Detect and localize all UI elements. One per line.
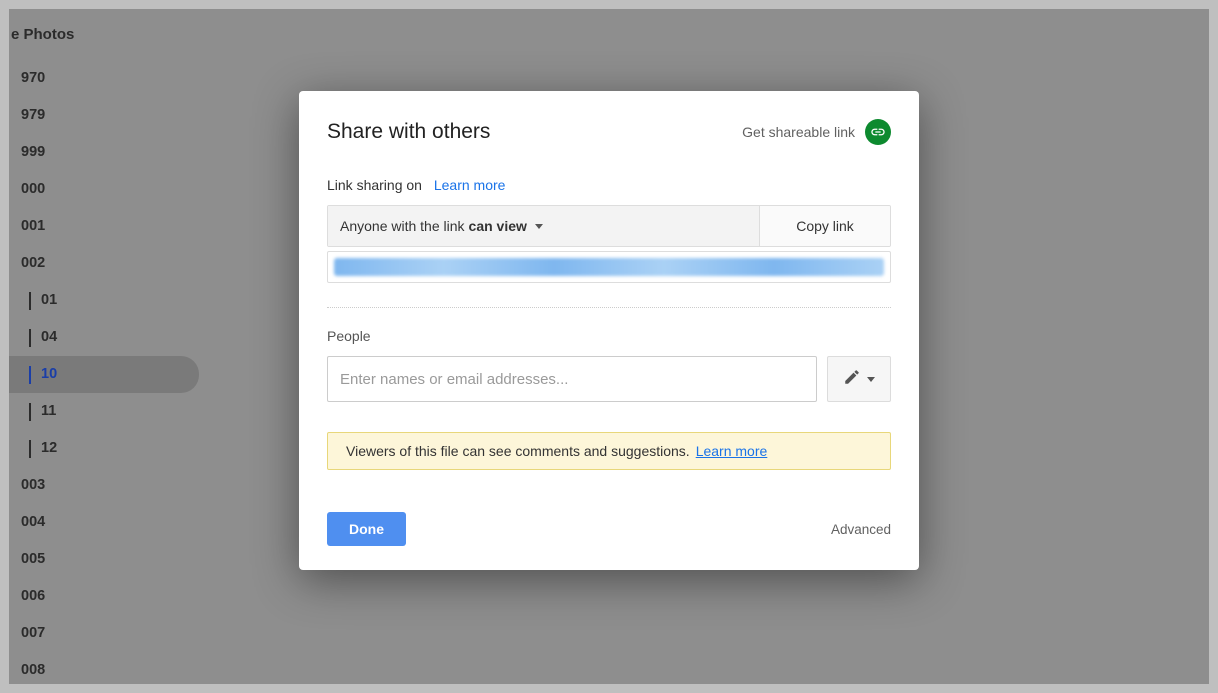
sidebar-item[interactable]: 979	[9, 97, 199, 134]
advanced-link[interactable]: Advanced	[831, 522, 891, 537]
sidebar-item[interactable]: 999	[9, 134, 199, 171]
access-level-dropdown[interactable]: Anyone with the link can view	[328, 206, 760, 246]
dialog-header: Share with others Get shareable link	[327, 119, 891, 145]
notice-learn-more-link[interactable]: Learn more	[696, 443, 768, 459]
sidebar-item[interactable]: 006	[9, 578, 199, 615]
share-dialog: Share with others Get shareable link Lin…	[299, 91, 919, 570]
learn-more-link[interactable]: Learn more	[434, 177, 506, 193]
sidebar-list: 9709799990000010020104101112003004005006…	[9, 60, 199, 684]
done-button[interactable]: Done	[327, 512, 406, 546]
get-shareable-link-label: Get shareable link	[742, 124, 855, 140]
get-shareable-link-button[interactable]: Get shareable link	[742, 119, 891, 145]
dialog-title: Share with others	[327, 120, 490, 144]
link-icon	[865, 119, 891, 145]
permission-dropdown[interactable]	[827, 356, 891, 402]
sidebar-item[interactable]: 003	[9, 467, 199, 504]
people-row	[327, 356, 891, 402]
link-sharing-status: Link sharing on Learn more	[327, 177, 891, 193]
sidebar-item[interactable]: 10	[9, 356, 199, 393]
link-access-row: Anyone with the link can view Copy link	[327, 205, 891, 247]
sidebar-title: e Photos	[9, 9, 199, 42]
dialog-footer: Done Advanced	[327, 512, 891, 546]
copy-link-button[interactable]: Copy link	[760, 206, 890, 246]
viewer-notice: Viewers of this file can see comments an…	[327, 432, 891, 470]
sidebar-item[interactable]: 008	[9, 652, 199, 684]
sidebar-item[interactable]: 004	[9, 504, 199, 541]
chevron-down-icon	[867, 377, 875, 382]
sidebar-item[interactable]: 01	[9, 282, 199, 319]
notice-text: Viewers of this file can see comments an…	[346, 443, 690, 459]
pencil-icon	[843, 368, 861, 391]
sidebar: e Photos 9709799990000010020104101112003…	[9, 9, 199, 684]
sidebar-item[interactable]: 005	[9, 541, 199, 578]
sidebar-item[interactable]: 001	[9, 208, 199, 245]
chevron-down-icon	[535, 224, 543, 229]
share-url-field[interactable]	[327, 251, 891, 283]
sidebar-item[interactable]: 04	[9, 319, 199, 356]
sidebar-item[interactable]: 007	[9, 615, 199, 652]
sidebar-item[interactable]: 970	[9, 60, 199, 97]
separator	[327, 307, 891, 308]
sidebar-item[interactable]: 12	[9, 430, 199, 467]
sidebar-item[interactable]: 11	[9, 393, 199, 430]
sidebar-item[interactable]: 002	[9, 245, 199, 282]
people-input[interactable]	[327, 356, 817, 402]
people-label: People	[327, 328, 891, 344]
sidebar-item[interactable]: 000	[9, 171, 199, 208]
share-url-redacted	[334, 258, 884, 276]
